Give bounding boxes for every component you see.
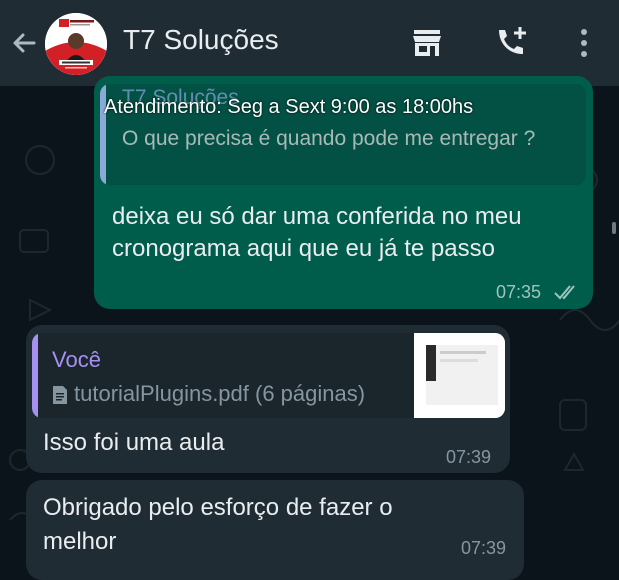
contact-avatar[interactable] xyxy=(45,13,107,75)
add-call-icon[interactable] xyxy=(493,24,529,60)
arrow-left-icon[interactable] xyxy=(8,27,40,59)
chat-title[interactable]: T7 Soluções xyxy=(123,24,279,56)
message-time: 07:39 xyxy=(446,447,492,467)
quote-accent-bar xyxy=(32,333,38,418)
chat-header: T7 Soluções xyxy=(0,0,619,86)
document-icon xyxy=(53,386,67,404)
business-hours-overlay: Atendimento: Seg a Sext 9:00 as 18:00hs xyxy=(104,96,474,118)
message-text: Isso foi uma aula xyxy=(43,429,225,456)
scrollbar-thumb[interactable] xyxy=(612,222,616,234)
quote-text: O que precisa é quando pode me entregar … xyxy=(122,127,536,150)
message-time: 07:39 xyxy=(461,538,507,558)
double-check-icon xyxy=(554,285,575,300)
message-time: 07:35 xyxy=(496,282,542,302)
quote-file-name: tutorialPlugins.pdf (6 páginas) xyxy=(74,381,366,406)
avatar-image xyxy=(45,13,107,75)
quoted-document[interactable]: Você tutorialPlugins.pdf (6 páginas) xyxy=(32,333,505,418)
quote-author: Você xyxy=(52,347,101,372)
message-text: Obrigado pelo esforço de fazer o melhor xyxy=(43,494,393,555)
message-text: deixa eu só dar uma conferida no meu cro… xyxy=(112,203,522,262)
document-thumbnail xyxy=(414,333,505,418)
more-vertical-icon[interactable] xyxy=(576,27,592,59)
store-icon[interactable] xyxy=(410,26,444,60)
